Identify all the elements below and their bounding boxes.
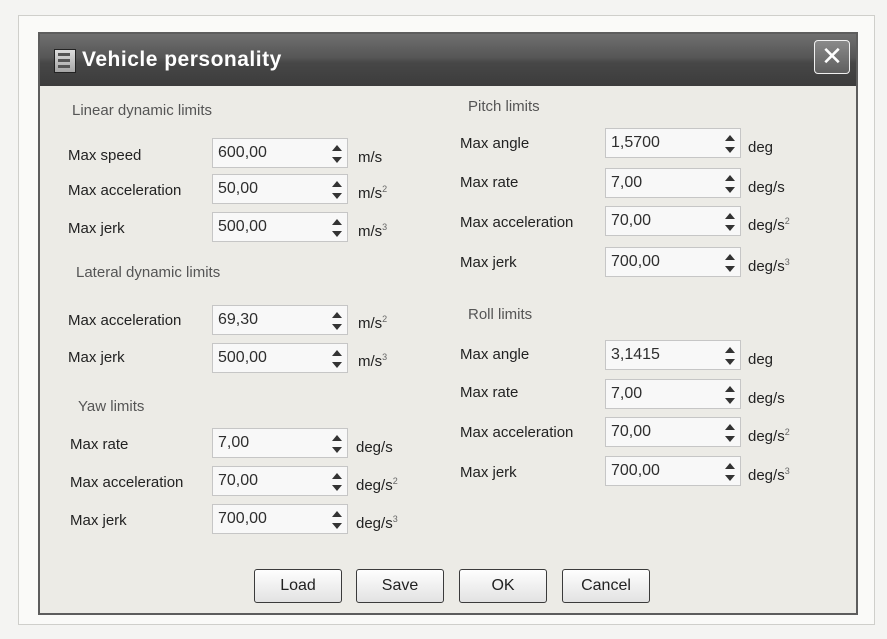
roll-max-rate-value[interactable]: 7,00: [611, 385, 642, 403]
pitch-max-rate-spinbox[interactable]: 7,00: [605, 168, 741, 198]
pitch-max-angle-value[interactable]: 1,5700: [611, 134, 660, 152]
yaw-max-rate-label: Max rate: [70, 436, 129, 453]
pitch-max-angle-spinbox[interactable]: 1,5700: [605, 128, 741, 158]
spin-arrows-icon[interactable]: [331, 433, 343, 455]
roll-max-angle-value[interactable]: 3,1415: [611, 346, 660, 364]
linear-max-acceleration-value[interactable]: 50,00: [218, 180, 258, 198]
pitch-max-acceleration-unit: deg/s2: [748, 216, 790, 234]
spin-arrows-icon[interactable]: [724, 133, 736, 155]
window-title: Vehicle personality: [82, 48, 282, 71]
spin-arrows-icon[interactable]: [331, 143, 343, 165]
load-button[interactable]: Load: [254, 569, 342, 603]
yaw-max-acceleration-value[interactable]: 70,00: [218, 472, 258, 490]
pitch-max-jerk-unit: deg/s3: [748, 257, 790, 275]
roll-max-acceleration-spinbox[interactable]: 70,00: [605, 417, 741, 447]
pitch-max-angle-unit: deg: [748, 139, 774, 156]
pitch-max-acceleration-label: Max acceleration: [460, 214, 574, 231]
yaw-max-rate-spinbox[interactable]: 7,00: [212, 428, 348, 458]
yaw-max-acceleration-unit: deg/s2: [356, 476, 398, 494]
pitch-max-rate-label: Max rate: [460, 174, 519, 191]
spin-arrows-icon[interactable]: [331, 310, 343, 332]
linear-max-jerk-label: Max jerk: [68, 220, 125, 237]
pitch-max-jerk-spinbox[interactable]: 700,00: [605, 247, 741, 277]
yaw-max-jerk-label: Max jerk: [70, 512, 127, 529]
spin-arrows-icon[interactable]: [331, 217, 343, 239]
roll-max-acceleration-value[interactable]: 70,00: [611, 423, 651, 441]
roll-max-angle-unit: deg: [748, 351, 774, 368]
roll-max-jerk-unit: deg/s3: [748, 466, 790, 484]
yaw-max-rate-value[interactable]: 7,00: [218, 434, 249, 452]
roll-max-jerk-spinbox[interactable]: 700,00: [605, 456, 741, 486]
roll-limits-group-label: Roll limits: [468, 306, 533, 323]
pitch-limits-group-label: Pitch limits: [468, 98, 540, 115]
ok-button[interactable]: OK: [459, 569, 547, 603]
linear-max-jerk-value[interactable]: 500,00: [218, 218, 267, 236]
roll-max-acceleration-label: Max acceleration: [460, 424, 574, 441]
spin-arrows-icon[interactable]: [724, 252, 736, 274]
yaw-max-jerk-unit: deg/s3: [356, 514, 398, 532]
yaw-max-acceleration-label: Max acceleration: [70, 474, 184, 491]
lateral-max-acceleration-value[interactable]: 69,30: [218, 311, 258, 329]
yaw-limits-group-label: Yaw limits: [78, 398, 145, 415]
linear-max-speed-label: Max speed: [68, 147, 142, 164]
lateral-max-jerk-spinbox[interactable]: 500,00: [212, 343, 348, 373]
vehicle-personality-dialog: Vehicle personality ✕ Linear dynamic lim…: [38, 32, 858, 615]
roll-max-angle-spinbox[interactable]: 3,1415: [605, 340, 741, 370]
spin-arrows-icon[interactable]: [724, 384, 736, 406]
pitch-max-jerk-label: Max jerk: [460, 254, 517, 271]
pitch-max-acceleration-spinbox[interactable]: 70,00: [605, 206, 741, 236]
lateral-max-acceleration-unit: m/s2: [358, 314, 388, 332]
spin-arrows-icon[interactable]: [331, 179, 343, 201]
pitch-max-acceleration-value[interactable]: 70,00: [611, 212, 651, 230]
linear-max-acceleration-unit: m/s2: [358, 184, 388, 202]
roll-max-rate-label: Max rate: [460, 384, 519, 401]
linear-max-speed-value[interactable]: 600,00: [218, 144, 267, 162]
linear-limits-group-label: Linear dynamic limits: [72, 102, 213, 119]
spin-arrows-icon[interactable]: [724, 211, 736, 233]
spin-arrows-icon[interactable]: [724, 345, 736, 367]
pitch-max-rate-unit: deg/s: [748, 179, 785, 196]
title-bar[interactable]: Vehicle personality ✕: [40, 34, 856, 86]
yaw-max-jerk-spinbox[interactable]: 700,00: [212, 504, 348, 534]
spin-arrows-icon[interactable]: [331, 471, 343, 493]
linear-max-speed-spinbox[interactable]: 600,00: [212, 138, 348, 168]
roll-max-jerk-value[interactable]: 700,00: [611, 462, 660, 480]
app-window-icon: [54, 49, 76, 73]
roll-max-angle-label: Max angle: [460, 346, 530, 363]
lateral-max-jerk-unit: m/s3: [358, 352, 388, 370]
linear-max-jerk-spinbox[interactable]: 500,00: [212, 212, 348, 242]
spin-arrows-icon[interactable]: [724, 173, 736, 195]
spin-arrows-icon[interactable]: [724, 461, 736, 483]
close-button[interactable]: ✕: [814, 40, 850, 74]
cancel-button[interactable]: Cancel: [562, 569, 650, 603]
lateral-max-jerk-label: Max jerk: [68, 349, 125, 366]
yaw-max-rate-unit: deg/s: [356, 439, 393, 456]
linear-max-jerk-unit: m/s3: [358, 222, 388, 240]
spin-arrows-icon[interactable]: [724, 422, 736, 444]
yaw-max-acceleration-spinbox[interactable]: 70,00: [212, 466, 348, 496]
lateral-max-jerk-value[interactable]: 500,00: [218, 349, 267, 367]
roll-max-jerk-label: Max jerk: [460, 464, 517, 481]
roll-max-acceleration-unit: deg/s2: [748, 427, 790, 445]
linear-max-acceleration-spinbox[interactable]: 50,00: [212, 174, 348, 204]
pitch-max-angle-label: Max angle: [460, 135, 530, 152]
linear-max-acceleration-label: Max acceleration: [68, 182, 182, 199]
roll-max-rate-unit: deg/s: [748, 390, 785, 407]
lateral-max-acceleration-spinbox[interactable]: 69,30: [212, 305, 348, 335]
pitch-max-rate-value[interactable]: 7,00: [611, 174, 642, 192]
spin-arrows-icon[interactable]: [331, 509, 343, 531]
roll-max-rate-spinbox[interactable]: 7,00: [605, 379, 741, 409]
save-button[interactable]: Save: [356, 569, 444, 603]
spin-arrows-icon[interactable]: [331, 348, 343, 370]
pitch-max-jerk-value[interactable]: 700,00: [611, 253, 660, 271]
yaw-max-jerk-value[interactable]: 700,00: [218, 510, 267, 528]
lateral-max-acceleration-label: Max acceleration: [68, 312, 182, 329]
lateral-limits-group-label: Lateral dynamic limits: [76, 264, 221, 281]
linear-max-speed-unit: m/s: [358, 149, 383, 166]
